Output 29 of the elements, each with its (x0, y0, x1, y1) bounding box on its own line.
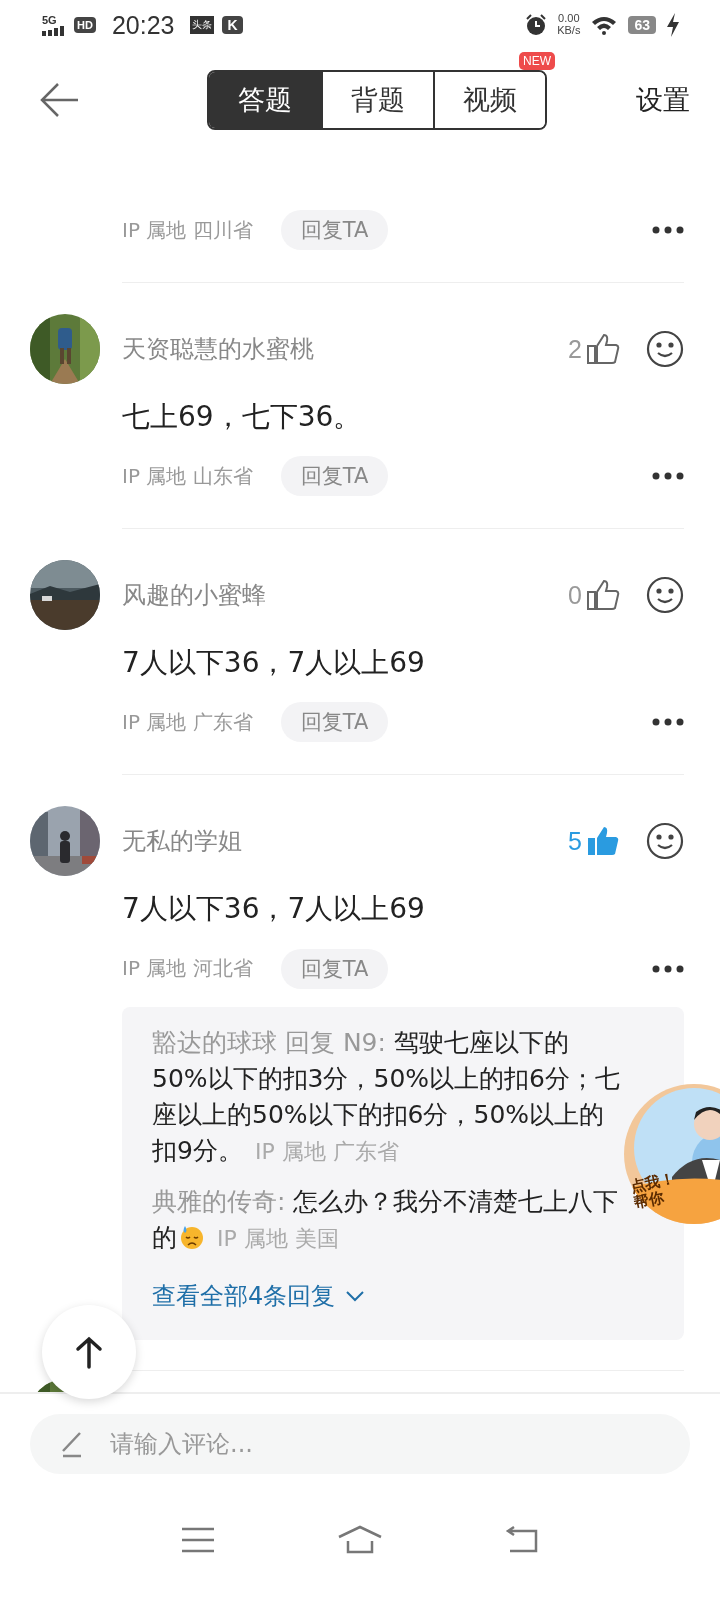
comment-text: 7人以下36，7人以上69 (122, 891, 426, 928)
user-name: 风趣的小蜜蜂 (122, 580, 267, 612)
new-badge: NEW (519, 52, 555, 70)
user-name: 无私的学姐 (122, 826, 243, 858)
network-speed: 0.00 (558, 13, 580, 25)
comment-text: 七上69，七下36。 (122, 399, 363, 435)
user-name: 天资聪慧的水蜜桃 (122, 334, 315, 365)
tab[interactable]: 视频 (433, 72, 545, 128)
settings-link[interactable]: 设置 (636, 82, 690, 118)
comment-text: 7人以下36，7人以上69 (122, 645, 426, 682)
clock: 20:23 (111, 10, 175, 40)
ip-location: IP 属地 山东省 (122, 462, 253, 490)
comment-field[interactable]: 请输入评论... (30, 1414, 690, 1474)
hd-indicator: HD (74, 17, 96, 33)
speed-unit: KB/s (557, 25, 581, 37)
app-notification: 头条 (190, 16, 215, 34)
like-count: 5 (568, 826, 582, 856)
like-count: 0 (568, 580, 582, 610)
ip-location: IP 属地 四川省 (122, 216, 253, 244)
battery-level: 63 (628, 16, 656, 34)
ip-location: IP 属地 河北省 (122, 955, 253, 983)
like-count: 2 (568, 334, 582, 364)
reply-comment: 豁达的球球 回复 N9: 驾驶七座以下的50%以下的扣3分，50%以上的扣6分；七座以上的50%以下的扣6分，50%以上的扣9分。 IP 属地 广东省 (152, 1026, 621, 1168)
network-type: 5G (42, 14, 57, 26)
ip-location: IP 属地 广东省 (122, 708, 253, 736)
reply-comment: 典雅的传奇: 怎么办？我分不清楚七上八下的 IP 属地 美国 (152, 1185, 620, 1254)
tab[interactable]: 答题 (209, 72, 321, 128)
view-all-replies-link[interactable]: 查看全部4条回复 (152, 1280, 366, 1313)
app-notification: K (222, 16, 243, 34)
